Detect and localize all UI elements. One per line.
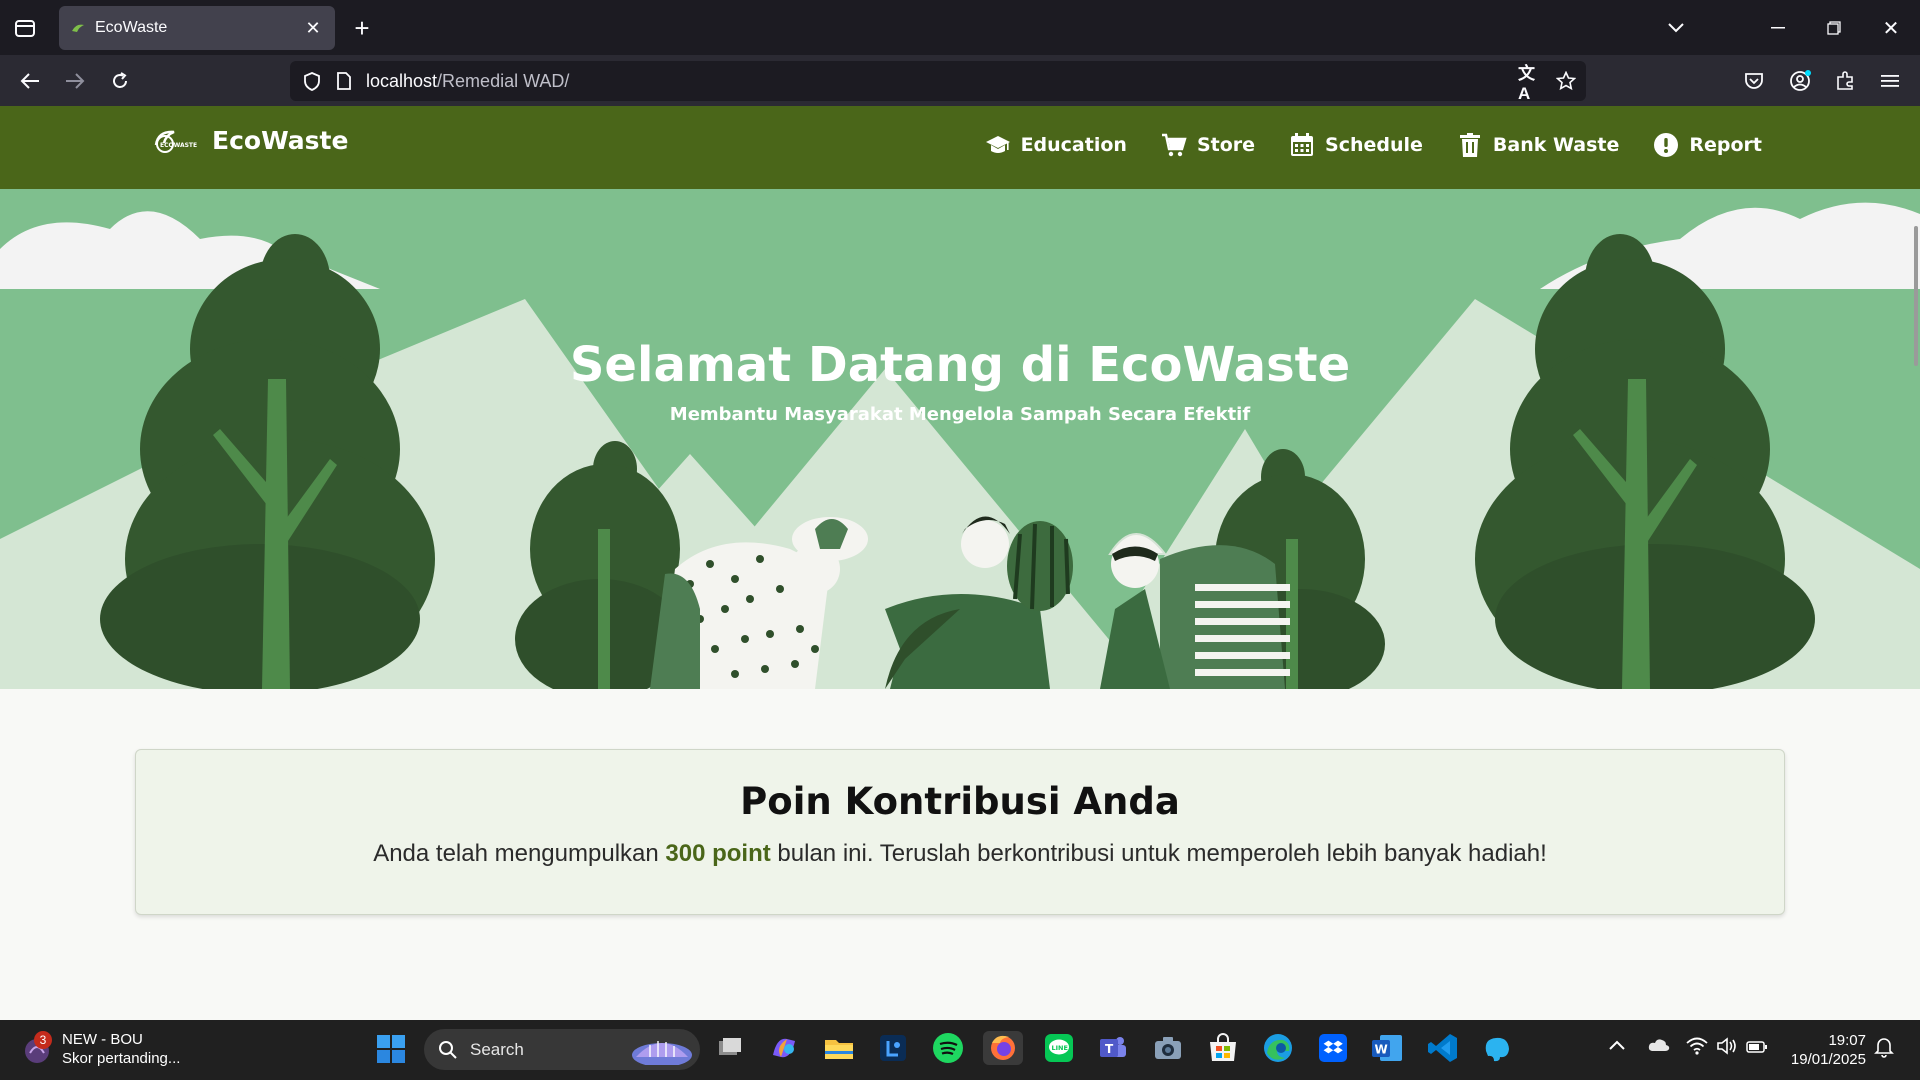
security-app-icon[interactable] bbox=[876, 1031, 910, 1065]
page-scrollbar[interactable] bbox=[1914, 226, 1918, 366]
edge-icon[interactable] bbox=[1261, 1031, 1295, 1065]
trash-icon bbox=[1459, 133, 1480, 157]
file-explorer-icon[interactable] bbox=[822, 1031, 856, 1065]
ecowaste-logo-icon: ECOWASTE bbox=[154, 130, 197, 153]
copilot-icon[interactable] bbox=[767, 1031, 801, 1065]
nav-schedule[interactable]: Schedule bbox=[1289, 132, 1423, 158]
calendar-icon bbox=[1291, 133, 1314, 156]
browser-tab-bar: EcoWaste ✕ + ✕ bbox=[0, 0, 1920, 55]
points-title: Poin Kontribusi Anda bbox=[740, 780, 1180, 823]
url-bar[interactable]: localhost/Remedial WAD/ 文A bbox=[290, 61, 1586, 103]
word-icon[interactable]: W bbox=[1370, 1031, 1404, 1065]
windows-start-icon[interactable] bbox=[376, 1034, 408, 1066]
windows-taskbar: 3 NEW - BOU Skor pertanding... Search LI… bbox=[0, 1020, 1920, 1080]
svg-text:LINE: LINE bbox=[1052, 1044, 1068, 1052]
widget-subtitle: Skor pertanding... bbox=[62, 1050, 181, 1067]
taskbar-search[interactable]: Search bbox=[424, 1029, 700, 1070]
translate-icon[interactable]: 文A bbox=[1518, 64, 1542, 103]
menu-icon[interactable] bbox=[1876, 67, 1904, 95]
teams-icon[interactable]: T bbox=[1096, 1031, 1130, 1065]
search-icon bbox=[439, 1040, 457, 1059]
bookmark-star-icon[interactable] bbox=[1554, 69, 1578, 93]
nav-store-label: Store bbox=[1196, 134, 1256, 156]
cloud-app-icon[interactable] bbox=[1480, 1031, 1514, 1065]
hero-title: Selamat Datang di EcoWaste bbox=[569, 337, 1351, 393]
clock-date: 19/01/2025 bbox=[1790, 1051, 1866, 1068]
points-text-after: bulan ini. Teruslah berkontribusi untuk … bbox=[777, 840, 1547, 867]
points-value: 300 point bbox=[665, 840, 771, 867]
pocket-icon[interactable] bbox=[1740, 67, 1768, 95]
browser-tab-active[interactable]: EcoWaste ✕ bbox=[59, 6, 335, 50]
forest-illustration bbox=[0, 202, 1920, 689]
list-tabs-icon[interactable] bbox=[1662, 14, 1690, 42]
nav-education[interactable]: Education bbox=[985, 132, 1127, 158]
camera-icon[interactable] bbox=[1151, 1031, 1185, 1065]
wifi-icon[interactable] bbox=[1686, 1037, 1710, 1059]
ecowaste-favicon bbox=[72, 24, 84, 32]
widget-badge: 3 bbox=[34, 1031, 52, 1049]
contribution-points-card: Poin Kontribusi Anda Anda telah mengumpu… bbox=[135, 749, 1785, 915]
vscode-icon[interactable] bbox=[1426, 1031, 1460, 1065]
extensions-icon[interactable] bbox=[1831, 67, 1859, 95]
close-window-icon[interactable]: ✕ bbox=[1877, 14, 1905, 42]
brand-name: EcoWaste bbox=[212, 126, 349, 155]
firefox-icon[interactable] bbox=[983, 1031, 1023, 1065]
close-tab-icon[interactable]: ✕ bbox=[303, 18, 323, 39]
browser-toolbar: localhost/Remedial WAD/ 文A bbox=[0, 55, 1920, 106]
volume-icon[interactable] bbox=[1716, 1037, 1740, 1059]
clock-time: 19:07 bbox=[1828, 1032, 1866, 1049]
onedrive-icon[interactable] bbox=[1648, 1038, 1672, 1058]
new-tab-icon[interactable]: + bbox=[350, 13, 374, 43]
nav-report[interactable]: Report bbox=[1653, 132, 1762, 158]
url-text[interactable]: localhost/Remedial WAD/ bbox=[366, 71, 569, 92]
shield-icon[interactable] bbox=[300, 69, 324, 93]
widget-title: NEW - BOU bbox=[62, 1031, 143, 1048]
web-page: ECOWASTE EcoWaste Education Store Schedu… bbox=[0, 106, 1920, 1020]
search-highlight-icon bbox=[632, 1041, 692, 1065]
taskbar-clock[interactable]: 19:07 19/01/2025 bbox=[1791, 1031, 1866, 1069]
svg-text:T: T bbox=[1105, 1042, 1114, 1056]
task-view-icon[interactable] bbox=[713, 1031, 747, 1065]
forward-icon[interactable] bbox=[61, 67, 89, 95]
hero-subtitle: Membantu Masyarakat Mengelola Sampah Sec… bbox=[669, 404, 1251, 425]
battery-icon[interactable] bbox=[1746, 1040, 1770, 1056]
nav-bank-waste[interactable]: Bank Waste bbox=[1457, 132, 1619, 158]
widget-app-icon: 3 bbox=[22, 1031, 52, 1065]
points-description: Anda telah mengumpulkan 300 point bulan … bbox=[136, 840, 1784, 868]
account-icon[interactable] bbox=[1786, 67, 1814, 95]
restore-window-icon[interactable] bbox=[1820, 14, 1848, 42]
site-navbar: ECOWASTE EcoWaste Education Store Schedu… bbox=[0, 106, 1920, 189]
spotify-icon[interactable] bbox=[931, 1031, 965, 1065]
hero-banner: Selamat Datang di EcoWaste Membantu Masy… bbox=[0, 189, 1920, 689]
nav-schedule-label: Schedule bbox=[1325, 134, 1423, 156]
page-info-icon[interactable] bbox=[332, 69, 356, 93]
points-text-before: Anda telah mengumpulkan bbox=[373, 840, 659, 867]
minimize-window-icon[interactable] bbox=[1764, 14, 1792, 42]
alert-icon bbox=[1654, 133, 1679, 157]
search-label: Search bbox=[470, 1039, 524, 1059]
graduation-cap-icon bbox=[985, 136, 1010, 153]
reload-icon[interactable] bbox=[106, 67, 134, 95]
svg-text:ECOWASTE: ECOWASTE bbox=[160, 142, 197, 149]
tab-overview-icon[interactable] bbox=[12, 16, 38, 40]
microsoft-store-icon[interactable] bbox=[1206, 1031, 1240, 1065]
svg-text:W: W bbox=[1375, 1043, 1388, 1057]
show-hidden-icons-icon[interactable] bbox=[1608, 1038, 1628, 1058]
nav-education-label: Education bbox=[1020, 134, 1127, 156]
cart-icon bbox=[1161, 133, 1187, 157]
main-nav: Education Store Schedule Bank Waste Repo… bbox=[985, 132, 1762, 158]
news-widget[interactable]: 3 NEW - BOU Skor pertanding... bbox=[22, 1030, 180, 1068]
nav-store[interactable]: Store bbox=[1161, 132, 1255, 158]
nav-bank-waste-label: Bank Waste bbox=[1492, 134, 1620, 156]
brand-link[interactable]: ECOWASTE EcoWaste bbox=[152, 126, 348, 155]
line-icon[interactable]: LINE bbox=[1042, 1031, 1076, 1065]
tab-title: EcoWaste bbox=[95, 19, 168, 36]
dropbox-icon[interactable] bbox=[1316, 1031, 1350, 1065]
nav-report-label: Report bbox=[1689, 134, 1762, 156]
back-icon[interactable] bbox=[16, 67, 44, 95]
notification-bell-icon[interactable] bbox=[1874, 1036, 1898, 1060]
